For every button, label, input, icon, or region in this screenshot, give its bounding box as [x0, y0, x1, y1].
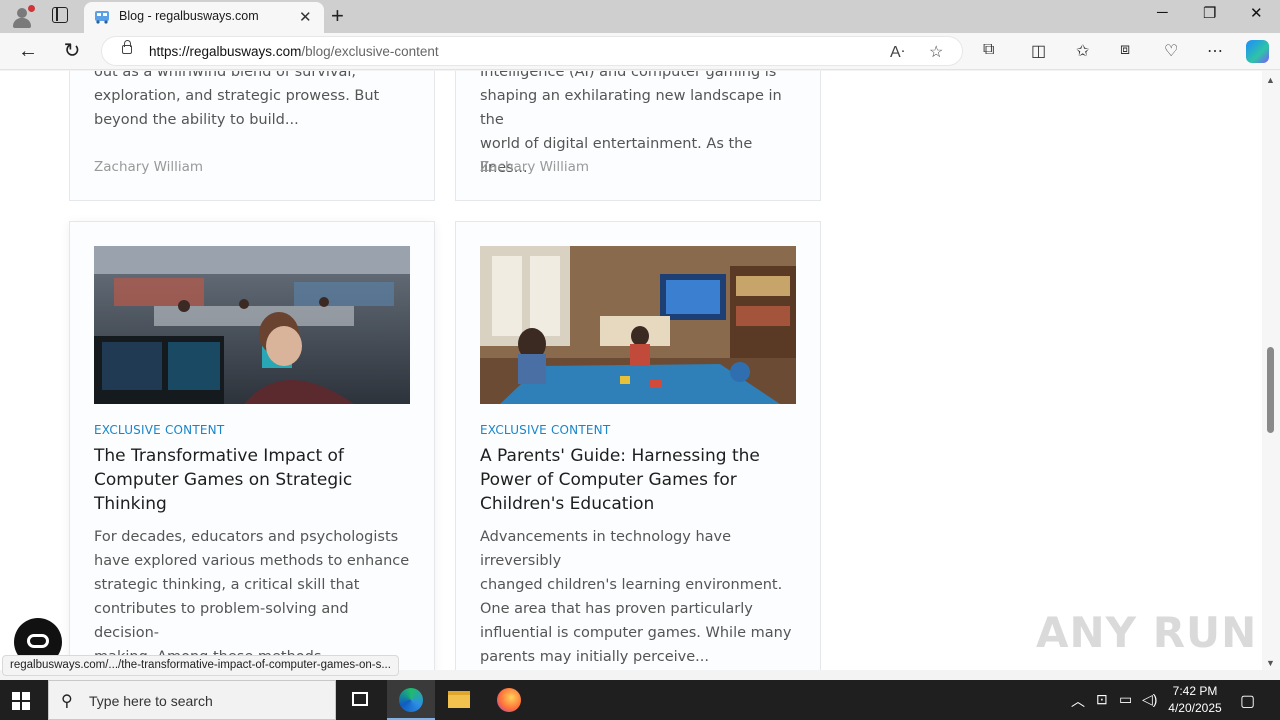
profile-icon[interactable] — [10, 5, 35, 29]
card-thumbnail-classroom[interactable] — [94, 246, 410, 404]
card-excerpt: For decades, educators and psychologists… — [94, 529, 410, 665]
browser-toolbar: ← ↻ https://regalbusways.com/blog/exclus… — [0, 33, 1280, 70]
card-title[interactable]: The Transformative Impact of Computer Ga… — [94, 444, 414, 516]
tray-app-icon[interactable]: ⊡ — [1096, 691, 1108, 708]
search-placeholder: Type here to search — [89, 693, 213, 709]
blog-card[interactable]: EXCLUSIVE CONTENT The Transformative Imp… — [69, 221, 435, 670]
volume-icon[interactable]: ◁) — [1142, 691, 1157, 708]
taskbar-search-box[interactable]: ⚲ Type here to search — [48, 680, 336, 720]
blog-card[interactable]: EXCLUSIVE CONTENT A Parents' Guide: Harn… — [455, 221, 821, 670]
lock-icon[interactable] — [122, 40, 132, 54]
tab-actions-icon[interactable] — [52, 7, 68, 23]
minimize-icon[interactable]: ─ — [1157, 4, 1168, 21]
windows-taskbar: ⚲ Type here to search ︿ ⊡ ▭ ◁) 7:42 PM 4… — [0, 680, 1280, 720]
favorite-star-icon[interactable]: ☆ — [929, 42, 943, 62]
notifications-icon[interactable]: ▢ — [1240, 691, 1255, 711]
active-tab[interactable]: Blog - regalbusways.com ✕ — [84, 2, 324, 33]
address-bar[interactable]: https://regalbusways.com/blog/exclusive-… — [101, 36, 963, 66]
tray-overflow-icon[interactable]: ︿ — [1071, 691, 1085, 711]
file-explorer-icon[interactable] — [435, 680, 483, 720]
bus-favicon-icon — [94, 10, 110, 24]
scroll-up-arrow-icon[interactable]: ▲ — [1266, 75, 1275, 85]
blog-card[interactable]: Intelligence (AI) and computer gaming is… — [455, 71, 821, 201]
taskbar-clock[interactable]: 7:42 PM 4/20/2025 — [1166, 683, 1224, 717]
browser-essentials-icon[interactable]: ♡ — [1164, 41, 1178, 61]
browser-titlebar: Blog - regalbusways.com ✕ + ─ ❐ ✕ — [0, 0, 1280, 33]
card-category[interactable]: EXCLUSIVE CONTENT — [94, 423, 224, 437]
collections-icon[interactable]: ⧈ — [1120, 41, 1130, 59]
split-screen-icon[interactable]: ◫ — [1031, 41, 1046, 61]
page-content: out as a whirlwind blend of survival, ex… — [0, 71, 1262, 670]
network-icon[interactable]: ▭ — [1119, 691, 1132, 708]
refresh-icon[interactable]: ↻ — [60, 39, 84, 63]
restore-icon[interactable]: ❐ — [1203, 4, 1216, 22]
read-aloud-icon[interactable]: Aᐧ — [890, 42, 905, 62]
more-menu-icon[interactable]: ⋯ — [1207, 41, 1223, 61]
search-icon: ⚲ — [61, 693, 73, 710]
scroll-thumb[interactable] — [1267, 347, 1274, 433]
anyrun-watermark: ANY RUN — [1036, 608, 1258, 657]
scroll-down-arrow-icon[interactable]: ▼ — [1266, 658, 1275, 668]
edge-taskbar-icon[interactable] — [387, 680, 435, 720]
tab-close-icon[interactable]: ✕ — [299, 8, 312, 26]
card-category[interactable]: EXCLUSIVE CONTENT — [480, 423, 610, 437]
tab-title: Blog - regalbusways.com — [119, 9, 259, 23]
url-text: https://regalbusways.com/blog/exclusive-… — [149, 44, 439, 59]
back-icon[interactable]: ← — [16, 39, 40, 63]
blog-card[interactable]: out as a whirlwind blend of survival, ex… — [69, 71, 435, 201]
firefox-icon[interactable] — [485, 680, 533, 720]
card-title[interactable]: A Parents' Guide: Harnessing the Power o… — [480, 444, 800, 516]
link-status-bar: regalbusways.com/.../the-transformative-… — [2, 655, 399, 676]
favorites-icon[interactable]: ✩ — [1076, 41, 1089, 61]
windows-start-icon[interactable] — [12, 692, 30, 710]
extensions-icon[interactable]: ⧉ — [983, 41, 994, 59]
chat-icon — [27, 634, 49, 648]
card-excerpt: Advancements in technology have irrevers… — [480, 529, 792, 665]
new-tab-icon[interactable]: + — [331, 3, 344, 29]
page-scrollbar[interactable]: ▲ ▼ — [1262, 71, 1280, 670]
card-author: Zachary William — [94, 159, 204, 175]
card-excerpt: out as a whirlwind blend of survival, ex… — [94, 71, 380, 128]
close-window-icon[interactable]: ✕ — [1250, 4, 1263, 22]
card-author: Zachary William — [480, 159, 590, 175]
copilot-icon[interactable] — [1246, 40, 1269, 63]
card-thumbnail-playroom[interactable] — [480, 246, 796, 404]
task-view-icon[interactable] — [336, 680, 384, 720]
